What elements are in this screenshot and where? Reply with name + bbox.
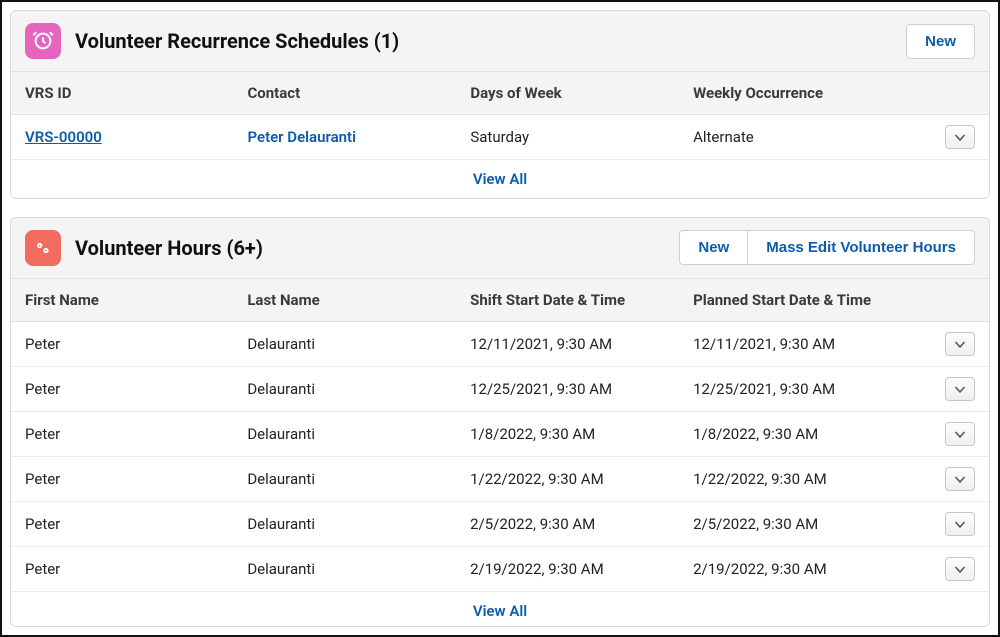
hours-col-first: First Name	[11, 278, 233, 321]
first-name-value: Peter	[25, 380, 60, 398]
occurrence-value: Alternate	[693, 128, 754, 146]
hours-table-wrap: First Name Last Name Shift Start Date & …	[11, 278, 989, 628]
caret-down-icon	[955, 470, 965, 488]
schedules-footer: View All	[11, 160, 989, 199]
caret-down-icon	[955, 335, 965, 353]
table-row: Peter Delauranti 12/25/2021, 9:30 AM 12/25/…	[11, 366, 989, 411]
schedules-card: Volunteer Recurrence Schedules (1) New V…	[10, 10, 990, 199]
table-row: Peter Delauranti 12/11/2021, 9:30 AM 12/11/…	[11, 321, 989, 366]
first-name-value: Peter	[25, 425, 60, 443]
hours-title: Volunteer Hours (6+)	[75, 236, 679, 260]
hours-col-last: Last Name	[233, 278, 456, 321]
row-menu-button[interactable]	[945, 467, 975, 491]
last-name-value: Delauranti	[247, 335, 315, 353]
shift-value: 1/8/2022, 9:30 AM	[470, 425, 595, 443]
first-name-value: Peter	[25, 560, 60, 578]
first-name-value: Peter	[25, 335, 60, 353]
hours-col-shift: Shift Start Date & Time	[456, 278, 679, 321]
shift-value: 12/11/2021, 9:30 AM	[470, 335, 612, 353]
schedules-table: VRS ID Contact Days of Week Weekly Occur…	[11, 71, 989, 160]
hours-col-planned: Planned Start Date & Time	[679, 278, 931, 321]
table-row: VRS-00000 Peter Delauranti Saturday Alterna…	[11, 115, 989, 160]
row-menu-button[interactable]	[945, 332, 975, 356]
first-name-value: Peter	[25, 470, 60, 488]
planned-value: 1/8/2022, 9:30 AM	[693, 425, 818, 443]
caret-down-icon	[955, 515, 965, 533]
planned-value: 12/11/2021, 9:30 AM	[693, 335, 835, 353]
row-menu-button[interactable]	[945, 377, 975, 401]
clock-icon	[25, 23, 61, 59]
row-menu-button[interactable]	[945, 512, 975, 536]
last-name-value: Delauranti	[247, 560, 315, 578]
shift-value: 2/19/2022, 9:30 AM	[470, 560, 604, 578]
schedules-col-days: Days of Week	[456, 72, 679, 115]
vrs-id-link[interactable]: VRS-00000	[25, 128, 102, 146]
row-menu-button[interactable]	[945, 557, 975, 581]
schedules-title: Volunteer Recurrence Schedules (1)	[75, 29, 906, 53]
schedules-view-all-link[interactable]: View All	[473, 170, 527, 188]
planned-value: 2/19/2022, 9:30 AM	[693, 560, 827, 578]
shift-value: 1/22/2022, 9:30 AM	[470, 470, 604, 488]
table-row: Peter Delauranti 1/8/2022, 9:30 AM 1/8/2022…	[11, 411, 989, 456]
row-menu-button[interactable]	[945, 125, 975, 149]
hours-table: First Name Last Name Shift Start Date & …	[11, 278, 989, 592]
planned-value: 2/5/2022, 9:30 AM	[693, 515, 818, 533]
last-name-value: Delauranti	[247, 470, 315, 488]
hours-header: Volunteer Hours (6+) New Mass Edit Volun…	[11, 218, 989, 278]
last-name-value: Delauranti	[247, 425, 315, 443]
schedules-col-vrsid: VRS ID	[11, 72, 233, 115]
contact-link[interactable]: Peter Delauranti	[247, 128, 356, 146]
page-root: Volunteer Recurrence Schedules (1) New V…	[0, 0, 1000, 637]
first-name-value: Peter	[25, 515, 60, 533]
row-menu-button[interactable]	[945, 422, 975, 446]
shift-value: 2/5/2022, 9:30 AM	[470, 515, 595, 533]
gears-icon	[25, 230, 61, 266]
caret-down-icon	[955, 380, 965, 398]
shift-value: 12/25/2021, 9:30 AM	[470, 380, 612, 398]
caret-down-icon	[955, 560, 965, 578]
schedules-table-wrap: VRS ID Contact Days of Week Weekly Occur…	[11, 71, 989, 199]
table-row: Peter Delauranti 2/5/2022, 9:30 AM 2/5/2022…	[11, 501, 989, 546]
schedules-col-contact: Contact	[233, 72, 456, 115]
schedules-header: Volunteer Recurrence Schedules (1) New	[11, 11, 989, 71]
hours-footer: View All	[11, 592, 989, 628]
schedules-col-occur: Weekly Occurrence	[679, 72, 931, 115]
caret-down-icon	[955, 128, 965, 146]
last-name-value: Delauranti	[247, 380, 315, 398]
days-value: Saturday	[470, 128, 529, 146]
planned-value: 1/22/2022, 9:30 AM	[693, 470, 827, 488]
planned-value: 12/25/2021, 9:30 AM	[693, 380, 835, 398]
table-row: Peter Delauranti 1/22/2022, 9:30 AM 1/22/20…	[11, 456, 989, 501]
hours-card: Volunteer Hours (6+) New Mass Edit Volun…	[10, 217, 990, 628]
table-row: Peter Delauranti 2/19/2022, 9:30 AM 2/19/20…	[11, 546, 989, 591]
last-name-value: Delauranti	[247, 515, 315, 533]
schedules-new-button[interactable]: New	[906, 24, 975, 59]
hours-mass-edit-button[interactable]: Mass Edit Volunteer Hours	[748, 230, 975, 265]
hours-new-button[interactable]: New	[679, 230, 748, 265]
caret-down-icon	[955, 425, 965, 443]
hours-button-group: New Mass Edit Volunteer Hours	[679, 230, 975, 265]
hours-view-all-link[interactable]: View All	[473, 602, 527, 620]
